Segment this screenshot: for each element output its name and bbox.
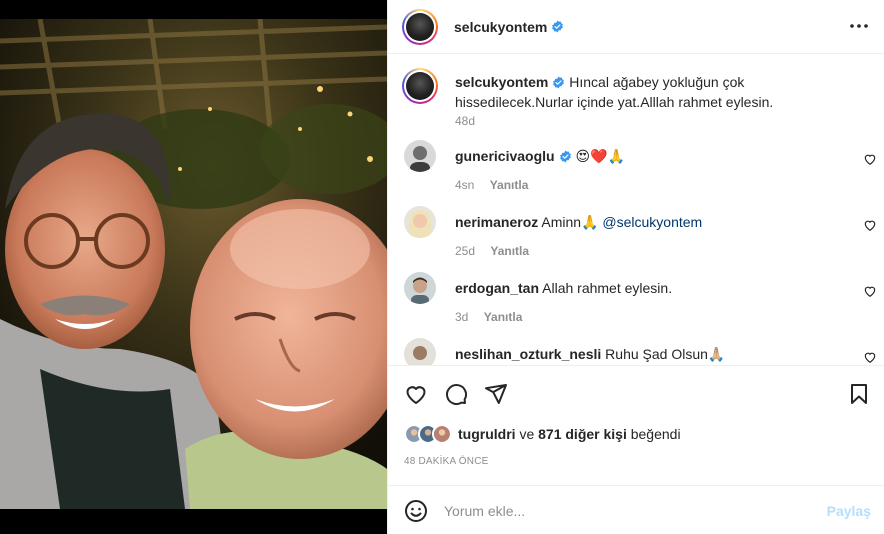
comment-username[interactable]: nerimaneroz: [455, 214, 538, 230]
author-username[interactable]: selcukyontem: [454, 19, 547, 35]
post-side-panel: selcukyontem selcukyontem Hıncal ağabey …: [387, 0, 884, 534]
comment-body: erdogan_tan Allah rahmet eylesin.: [455, 279, 835, 297]
verified-badge-icon: [552, 20, 564, 33]
caption-text-block: selcukyontem Hıncal ağabey yokluğun çok …: [455, 72, 855, 112]
comment-meta: 25d Yanıtla: [455, 244, 529, 258]
emoji-icon[interactable]: [404, 499, 428, 523]
comment-like-heart-icon[interactable]: [863, 152, 877, 166]
comment-meta: 4sn Yanıtla: [455, 178, 528, 192]
post-photo[interactable]: [0, 19, 387, 509]
caption-username[interactable]: selcukyontem: [455, 74, 548, 90]
comment-body: gunericivaoglu 😍❤️🙏: [455, 147, 835, 165]
liker-avatar[interactable]: [432, 424, 452, 444]
post-header: selcukyontem: [388, 0, 884, 54]
comment-text: Aminn🙏: [541, 214, 599, 230]
post-actions: tugruldri ve 871 diğer kişi beğendi 48 D…: [388, 365, 884, 485]
caption-avatar[interactable]: [402, 68, 438, 104]
commenter-avatar[interactable]: [404, 272, 436, 304]
likes-summary: tugruldri ve 871 diğer kişi beğendi: [404, 424, 681, 444]
comment-username[interactable]: erdogan_tan: [455, 280, 539, 296]
comment-body: neslihan_ozturk_nesli Ruhu Şad Olsun🙏🏼: [455, 345, 835, 363]
comment-time[interactable]: 4sn: [455, 178, 474, 192]
comment-meta: 3d Yanıtla: [455, 310, 522, 324]
post-timestamp[interactable]: 48 DAKİKA ÖNCE: [404, 456, 489, 467]
comments-list[interactable]: gunericivaoglu 😍❤️🙏 4sn Yanıtla nerimane…: [388, 136, 884, 365]
comment-username[interactable]: neslihan_ozturk_nesli: [455, 346, 601, 362]
reply-button[interactable]: Yanıtla: [490, 178, 529, 192]
more-options-icon[interactable]: [847, 14, 871, 38]
reply-button[interactable]: Yanıtla: [490, 244, 529, 258]
comment-text: Ruhu Şad Olsun🙏🏼: [605, 346, 726, 362]
first-liker-link[interactable]: tugruldri: [458, 426, 516, 442]
comment-like-heart-icon[interactable]: [863, 284, 877, 298]
comment-text: 😍❤️🙏: [575, 148, 625, 164]
commenter-avatar[interactable]: [404, 338, 436, 365]
comment-mention-link[interactable]: @selcukyontem: [602, 214, 702, 230]
comment-time[interactable]: 3d: [455, 310, 468, 324]
share-paper-plane-icon[interactable]: [484, 382, 508, 406]
likes-connector: ve: [519, 426, 535, 442]
reply-button[interactable]: Yanıtla: [484, 310, 523, 324]
like-heart-icon[interactable]: [404, 382, 428, 406]
likes-suffix: beğendi: [630, 426, 681, 442]
bookmark-save-icon[interactable]: [847, 382, 871, 406]
add-comment-form: Paylaş: [388, 485, 884, 534]
post-comment-button[interactable]: Paylaş: [827, 503, 871, 519]
comment-text: Allah rahmet eylesin.: [542, 280, 673, 296]
commenter-avatar[interactable]: [404, 140, 436, 172]
comment-like-heart-icon[interactable]: [863, 218, 877, 232]
comment-body: nerimaneroz Aminn🙏 @selcukyontem: [455, 213, 835, 231]
comment-time[interactable]: 25d: [455, 244, 475, 258]
verified-badge-icon: [553, 76, 565, 89]
comment-icon[interactable]: [444, 382, 468, 406]
other-likers-link[interactable]: 871 diğer kişi: [538, 426, 627, 442]
verified-badge-icon: [559, 150, 571, 163]
author-avatar[interactable]: [402, 8, 438, 45]
comment-username[interactable]: gunericivaoglu: [455, 148, 555, 164]
commenter-avatar[interactable]: [404, 206, 436, 238]
likes-text: tugruldri ve 871 diğer kişi beğendi: [458, 426, 681, 442]
post-media[interactable]: [0, 0, 387, 534]
comment-input[interactable]: [444, 498, 804, 524]
caption-time[interactable]: 48d: [455, 114, 475, 128]
comment-like-heart-icon[interactable]: [863, 350, 877, 364]
